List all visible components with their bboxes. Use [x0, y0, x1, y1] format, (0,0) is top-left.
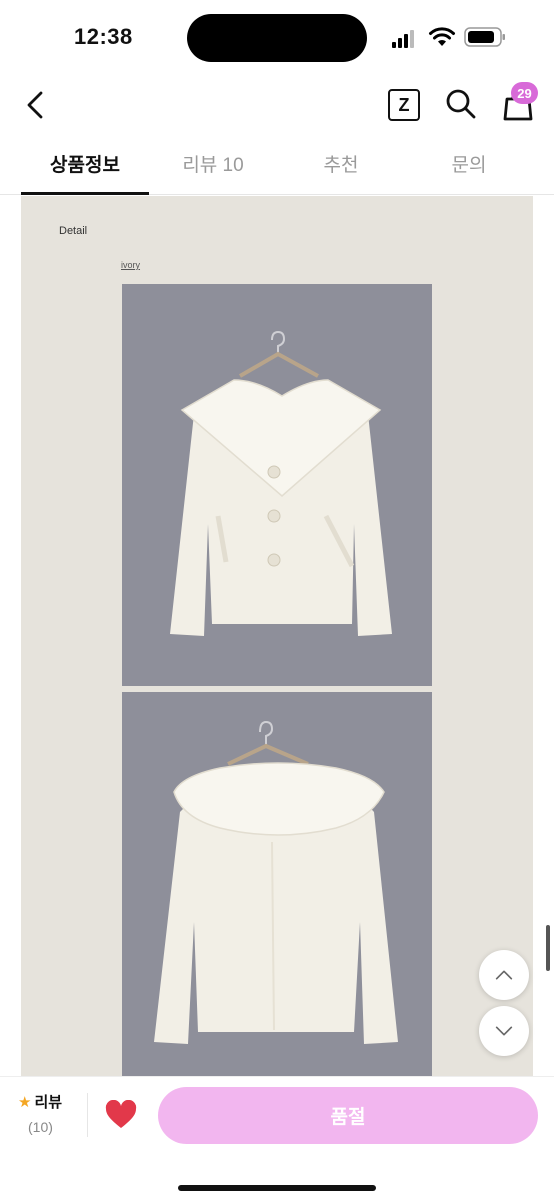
like-button[interactable] — [105, 1099, 137, 1130]
nav-header: Z — [0, 75, 554, 137]
review-title-row: ★ 리뷰 — [18, 1091, 78, 1112]
detail-label: Detail — [59, 225, 88, 237]
chevron-up-icon — [495, 970, 513, 980]
cart-count-badge: 29 — [511, 82, 538, 104]
chevron-left-icon — [27, 91, 43, 119]
battery-icon — [464, 27, 506, 47]
tab-product-info[interactable]: 상품정보 — [21, 137, 149, 195]
search-button[interactable] — [444, 87, 478, 121]
review-label: 리뷰 — [34, 1094, 63, 1111]
status-bar: 12:38 — [0, 0, 554, 75]
product-detail-content: Detail ivory — [21, 196, 533, 1076]
bottom-action-bar: ★ 리뷰 (10) 품절 — [0, 1076, 554, 1200]
search-icon — [446, 89, 476, 119]
chevron-down-icon — [495, 1026, 513, 1036]
tab-reviews[interactable]: 리뷰 10 — [149, 137, 277, 195]
dynamic-island — [187, 14, 367, 62]
product-photo-front — [122, 284, 432, 686]
star-icon: ★ — [18, 1093, 32, 1111]
color-label: ivory — [121, 260, 141, 270]
sold-out-button[interactable]: 품절 — [158, 1087, 538, 1144]
tab-recommend[interactable]: 추천 — [277, 137, 405, 195]
active-tab-indicator — [21, 192, 149, 195]
z-button[interactable]: Z — [388, 89, 420, 121]
status-time: 12:38 — [74, 24, 133, 49]
back-button[interactable] — [18, 87, 54, 123]
scroll-bottom-button[interactable] — [479, 1006, 529, 1056]
wifi-icon — [428, 26, 456, 48]
scrollbar[interactable] — [546, 925, 550, 971]
scroll-top-button[interactable] — [479, 950, 529, 1000]
heart-icon — [105, 1099, 137, 1128]
cellular-signal-icon — [392, 30, 420, 48]
home-indicator — [178, 1185, 376, 1191]
product-tabs: 상품정보 리뷰 10 추천 문의 — [0, 137, 554, 195]
review-summary[interactable]: ★ 리뷰 (10) — [18, 1091, 78, 1136]
product-photo-back — [122, 692, 432, 1076]
review-count: (10) — [28, 1119, 53, 1135]
tab-inquiry[interactable]: 문의 — [405, 137, 533, 195]
divider — [87, 1093, 88, 1137]
